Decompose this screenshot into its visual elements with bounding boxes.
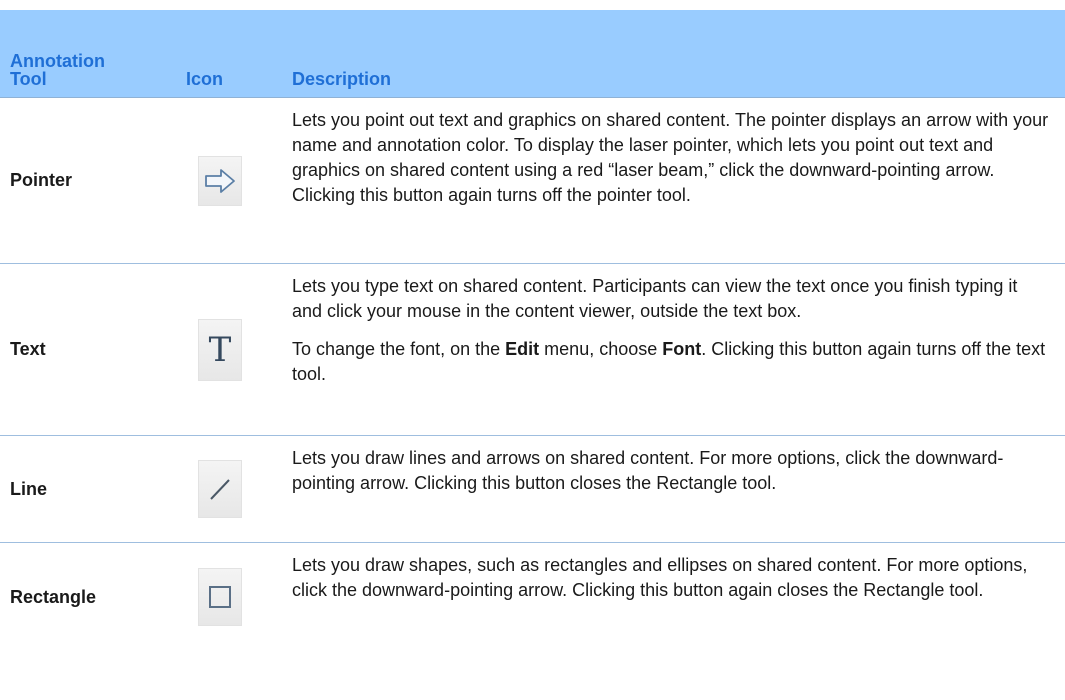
right-arrow-icon (198, 155, 242, 206)
table-row-text: Text T Lets you type text on shared cont… (0, 264, 1065, 436)
description-line-text: Lets you draw lines and arrows on shared… (292, 448, 1004, 493)
description-rectangle: Lets you draw shapes, such as rectangles… (292, 543, 1065, 651)
description-text-para-2-part-1: To change the font, on the (292, 339, 506, 359)
description-pointer: Lets you point out text and graphics on … (292, 98, 1065, 263)
header-annotation-tool-label: Annotation Tool (10, 51, 105, 89)
tool-name-pointer: Pointer (10, 170, 73, 190)
icon-cell-line (186, 436, 292, 542)
tool-name-text: Text (10, 339, 46, 359)
icon-cell-rectangle (186, 543, 292, 651)
edit-menu-reference: Edit (505, 339, 540, 359)
description-text-para-1: Lets you type text on shared content. Pa… (292, 276, 1018, 321)
font-command-reference: Font (662, 339, 702, 359)
description-text: Lets you type text on shared content. Pa… (292, 264, 1065, 435)
table-row-line: Line Lets you draw lines and arrows on s… (0, 436, 1065, 543)
description-rectangle-text: Lets you draw shapes, such as rectangles… (292, 555, 1028, 600)
header-description: Description (292, 10, 1065, 97)
rectangle-icon (198, 568, 242, 626)
icon-cell-pointer (186, 98, 292, 263)
description-line: Lets you draw lines and arrows on shared… (292, 436, 1065, 542)
description-pointer-text: Lets you point out text and graphics on … (292, 110, 1049, 205)
header-description-label: Description (292, 69, 392, 89)
text-t-glyph: T (208, 329, 232, 370)
header-icon-label: Icon (186, 69, 224, 89)
description-text-para-2-part-2: menu, choose (539, 339, 663, 359)
tool-name-rectangle: Rectangle (10, 586, 97, 607)
line-icon (198, 460, 242, 518)
header-icon: Icon (186, 10, 292, 97)
table-header: Annotation Tool Icon Description (0, 10, 1065, 98)
header-annotation-tool: Annotation Tool (0, 10, 186, 97)
table-row-pointer: Pointer Lets you point out text and grap… (0, 98, 1065, 264)
icon-cell-text: T (186, 264, 292, 435)
description-text-para-2: To change the font, on the Edit menu, ch… (292, 337, 1051, 387)
table-row-rectangle: Rectangle Lets you draw shapes, such as … (0, 543, 1065, 651)
annotation-tools-table: Annotation Tool Icon Description Pointer… (0, 10, 1065, 651)
text-t-icon: T (198, 318, 242, 381)
tool-name-line: Line (10, 478, 48, 499)
